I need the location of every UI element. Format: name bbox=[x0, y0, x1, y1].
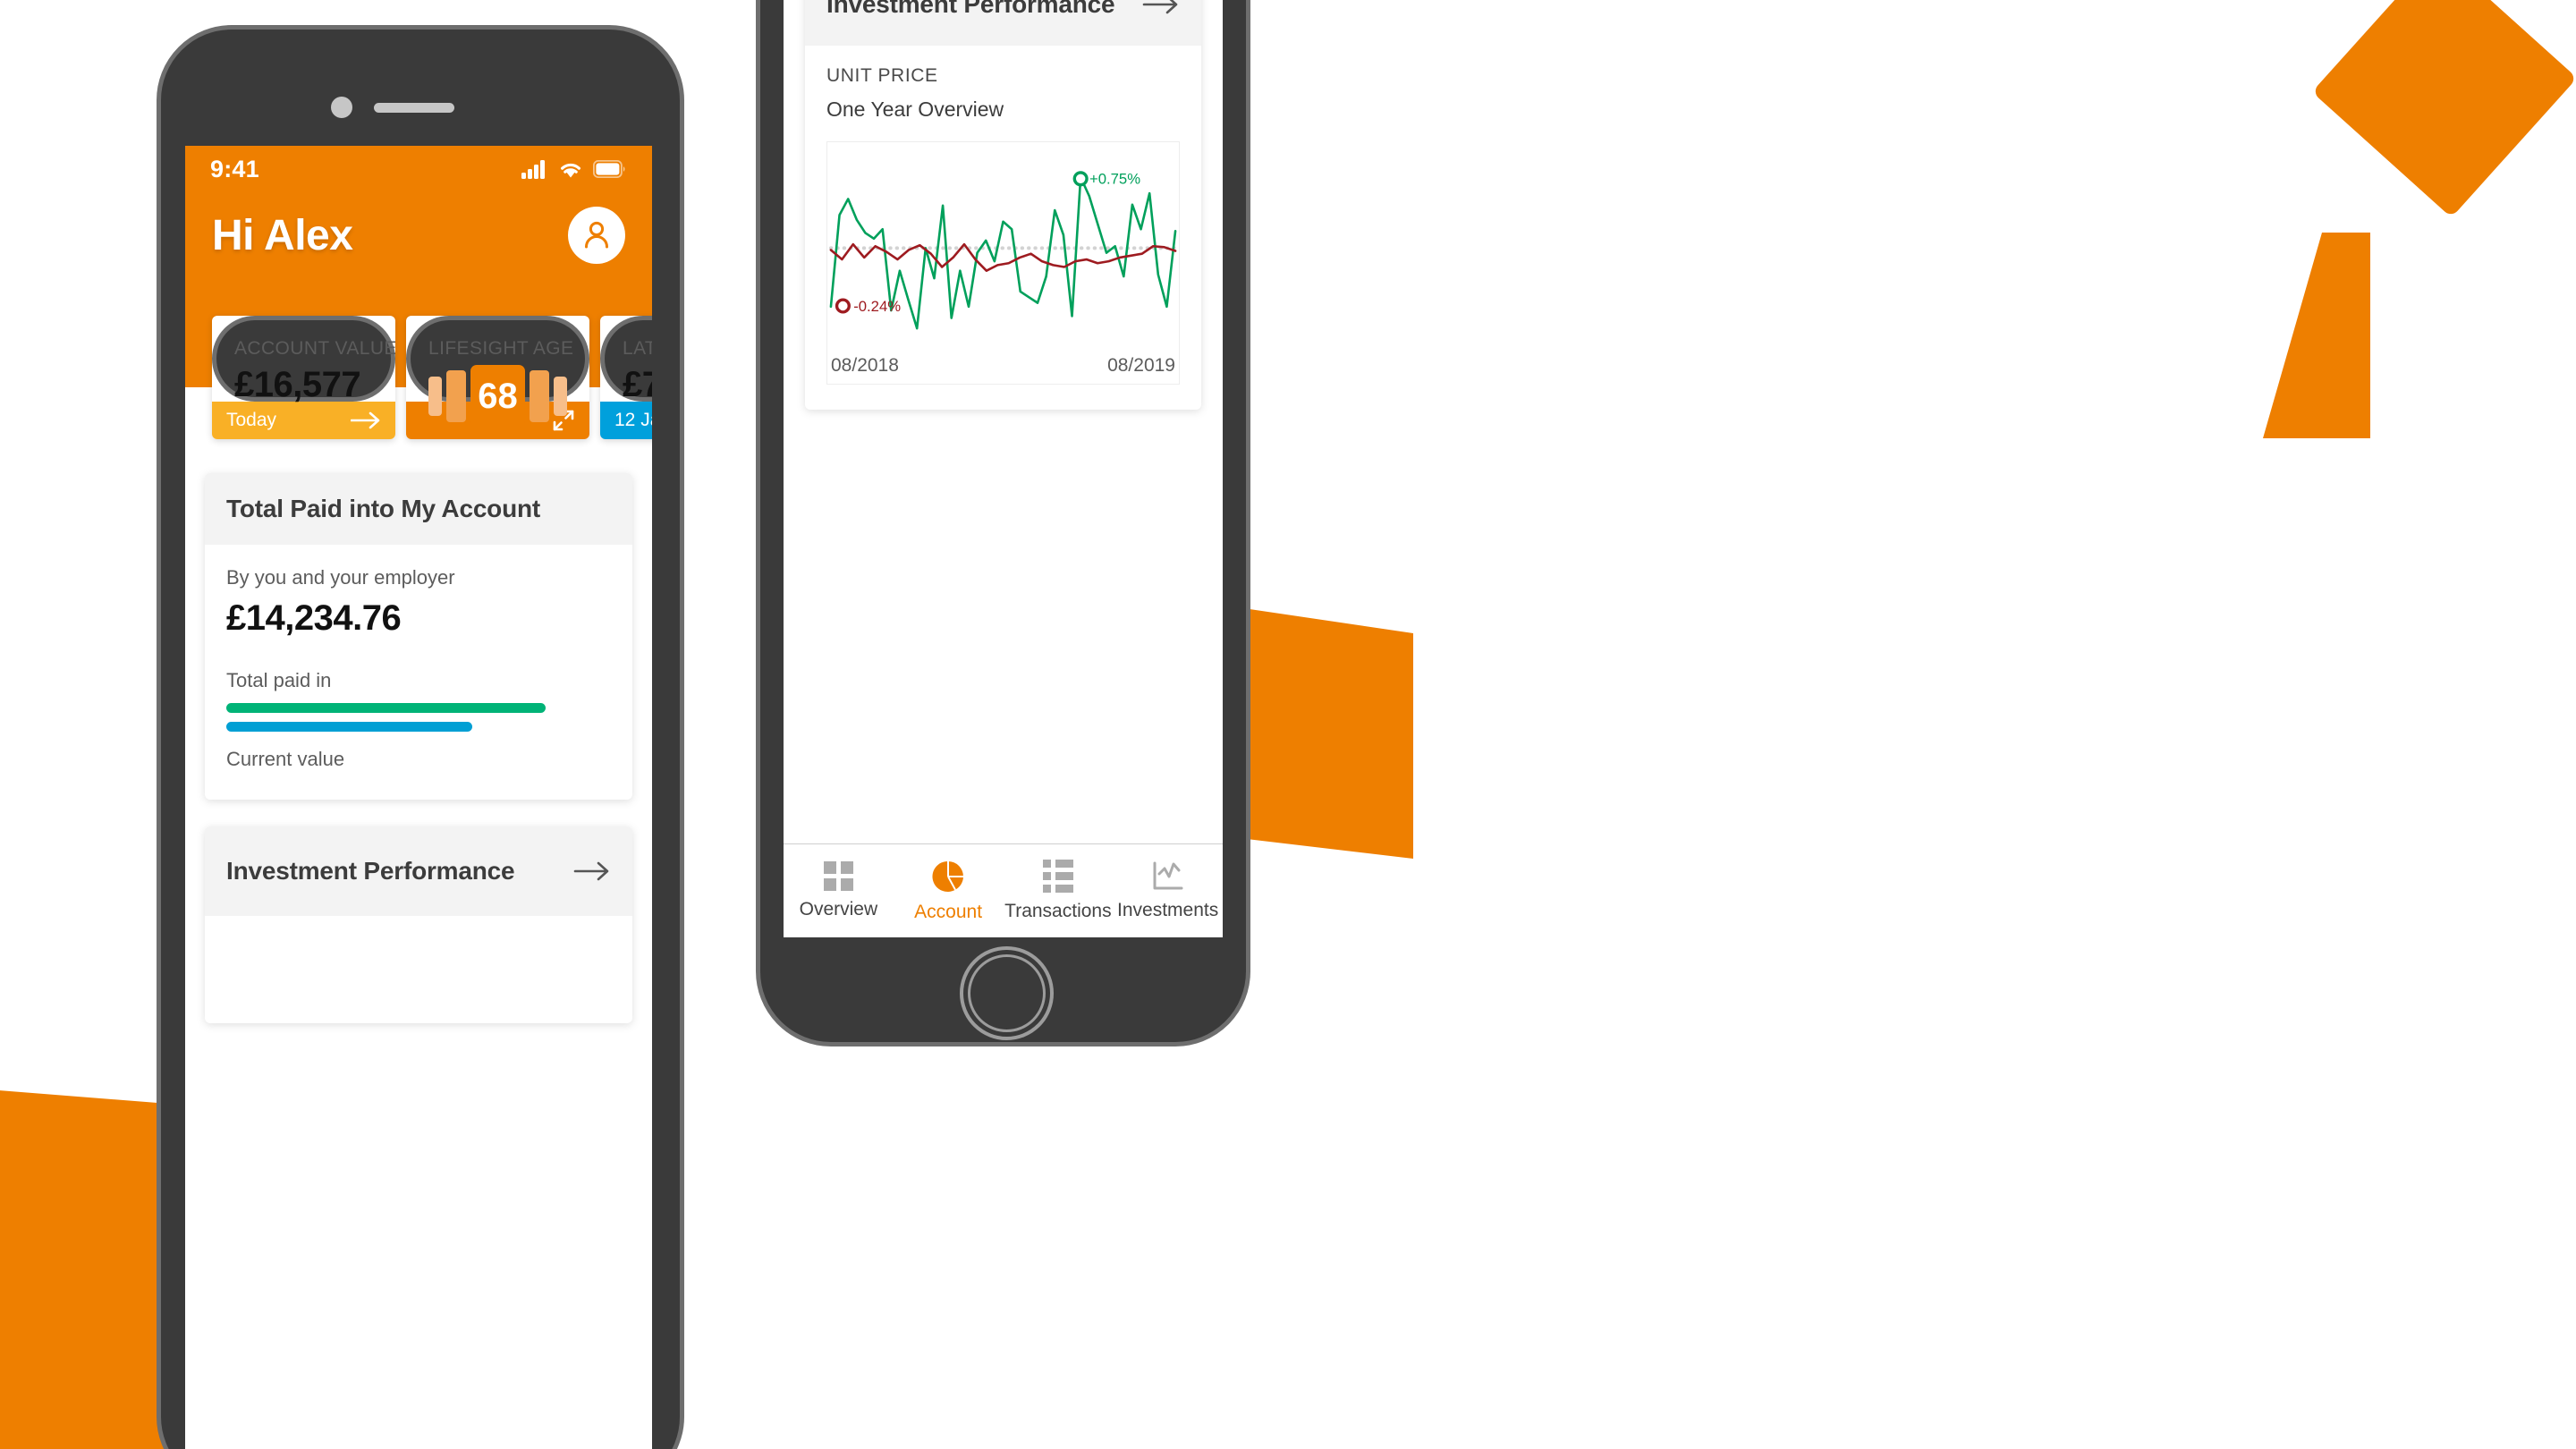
age-gauge-bar-1 bbox=[428, 377, 442, 416]
cellular-signal-icon bbox=[521, 160, 545, 179]
tab-label: Overview bbox=[799, 899, 878, 919]
stat-card-lifesight-age[interactable]: LIFESIGHT AGE 68 bbox=[406, 316, 589, 439]
stat-card-body: LIFESIGHT AGE 68 bbox=[406, 316, 589, 428]
svg-text:+0.75%: +0.75% bbox=[1089, 171, 1140, 188]
list-icon bbox=[1042, 860, 1073, 893]
bar-label-current-value: Current value bbox=[226, 748, 345, 770]
bar-label-total-paid-in: Total paid in bbox=[226, 669, 332, 691]
investment-performance-card-partial[interactable]: Investment Performance bbox=[205, 826, 632, 1023]
investment-card-body-clipped bbox=[205, 916, 632, 1023]
stat-card-strip[interactable]: ACCOUNT VALUE £16,577 Today LIFESIGHT AG… bbox=[212, 316, 652, 439]
arrow-right-icon[interactable] bbox=[573, 860, 611, 882]
unit-price-chart[interactable]: +0.75% -0.24% 08/2018 08/2019 bbox=[826, 141, 1180, 385]
total-paid-card[interactable]: Total Paid into My Account By you and yo… bbox=[205, 473, 632, 800]
stat-card-account-value[interactable]: ACCOUNT VALUE £16,577 Today bbox=[212, 316, 395, 439]
age-gauge-bar-2 bbox=[445, 370, 466, 422]
investment-card-header: Investment Performance bbox=[805, 0, 1201, 46]
stat-card-footer-label: 12 Jan 2021 bbox=[614, 410, 652, 430]
decorative-middle-block-shape bbox=[1243, 608, 1413, 859]
page-title: Hi Alex bbox=[212, 211, 353, 259]
stat-card-footer-label: Today bbox=[226, 410, 277, 430]
line-chart-icon bbox=[1153, 861, 1183, 889]
svg-text:-0.24%: -0.24% bbox=[853, 298, 901, 315]
right-phone-scroll-area: Current value Investment Performance UNI… bbox=[784, 0, 1223, 410]
tab-investments[interactable]: Investments bbox=[1113, 861, 1223, 921]
bottom-tab-bar[interactable]: Overview Account Transactions Investment… bbox=[784, 843, 1223, 937]
total-paid-amount: £14,234.76 bbox=[226, 598, 402, 638]
age-gauge-bar-4 bbox=[530, 370, 550, 422]
status-bar: 9:41 bbox=[185, 146, 652, 192]
stat-card-label: ACCOUNT VALUE bbox=[234, 338, 395, 359]
chart-kicker-unit-price: UNIT PRICE bbox=[826, 65, 938, 86]
age-gauge-value: 68 bbox=[470, 365, 526, 428]
lifesight-age-gauge: 68 bbox=[428, 363, 568, 429]
greeting-row: Hi Alex bbox=[185, 207, 652, 264]
screenshot-stage: 9:41 Hi Alex ACCOUNT VALUE £16,577 Today… bbox=[0, 0, 2576, 1449]
phone-screen-left: 9:41 Hi Alex ACCOUNT VALUE £16,577 Today… bbox=[185, 146, 652, 1449]
app-header: 9:41 Hi Alex ACCOUNT VALUE £16,577 Today… bbox=[185, 146, 652, 439]
stat-card-label: LATEST CONTRIBUTION bbox=[623, 338, 652, 359]
chart-annotation-overlay: +0.75% -0.24% bbox=[835, 171, 1140, 315]
total-paid-card-body: By you and your employer £14,234.76 Tota… bbox=[205, 545, 632, 800]
progress-bar-total-paid-in bbox=[226, 703, 546, 713]
chart-x-tick-start: 08/2018 bbox=[831, 355, 899, 376]
arrow-right-icon bbox=[351, 411, 380, 429]
chart-x-tick-end: 08/2019 bbox=[1107, 355, 1175, 376]
phone-mockup-right: Current value Investment Performance UNI… bbox=[756, 0, 1250, 1046]
grid-icon bbox=[823, 861, 853, 891]
phone-screen-right: Current value Investment Performance UNI… bbox=[784, 0, 1223, 937]
app-body: Total Paid into My Account By you and yo… bbox=[185, 387, 652, 1023]
total-paid-subtitle: By you and your employer bbox=[226, 566, 455, 589]
investment-card-header: Investment Performance bbox=[205, 826, 632, 916]
stat-card-value: £756 bbox=[623, 365, 652, 404]
stat-card-body: LATEST CONTRIBUTION £756 bbox=[600, 316, 652, 404]
age-gauge-bar-5 bbox=[554, 377, 568, 416]
pie-chart-icon bbox=[932, 860, 964, 892]
front-camera-icon bbox=[331, 97, 352, 118]
stat-card-footer-today[interactable]: Today bbox=[212, 402, 395, 439]
earpiece-speaker bbox=[374, 103, 454, 113]
tab-label: Account bbox=[914, 901, 983, 922]
tab-label: Transactions bbox=[1004, 901, 1112, 921]
status-time: 9:41 bbox=[210, 155, 259, 182]
card-title: Total Paid into My Account bbox=[226, 495, 541, 522]
total-paid-card-header: Total Paid into My Account bbox=[205, 473, 632, 545]
avatar[interactable] bbox=[568, 207, 625, 264]
progress-bar-current-value bbox=[226, 722, 473, 732]
stat-card-latest-contribution[interactable]: LATEST CONTRIBUTION £756 12 Jan 2021 bbox=[600, 316, 652, 439]
home-button[interactable] bbox=[960, 946, 1054, 1040]
status-icons-group bbox=[521, 159, 627, 179]
chart-subtitle: One Year Overview bbox=[826, 97, 1004, 121]
tab-account[interactable]: Account bbox=[894, 860, 1004, 923]
card-title: Investment Performance bbox=[826, 0, 1115, 18]
stat-card-value: £16,577 bbox=[234, 365, 361, 404]
card-title: Investment Performance bbox=[226, 857, 515, 885]
tab-transactions[interactable]: Transactions bbox=[1004, 860, 1114, 922]
wifi-icon bbox=[561, 163, 580, 177]
decorative-right-wedge-shape bbox=[2263, 233, 2370, 438]
phone-mockup-left: 9:41 Hi Alex ACCOUNT VALUE £16,577 Today… bbox=[157, 25, 684, 1449]
user-avatar-icon bbox=[585, 221, 608, 249]
stat-card-footer-date[interactable]: 12 Jan 2021 bbox=[600, 402, 652, 439]
stat-card-label: LIFESIGHT AGE bbox=[428, 338, 574, 359]
stat-card-body: ACCOUNT VALUE £16,577 bbox=[212, 316, 395, 404]
arrow-right-icon[interactable] bbox=[1142, 0, 1180, 15]
tab-label: Investments bbox=[1117, 899, 1219, 920]
investment-card-body: UNIT PRICE One Year Overview +0.75% -0.24… bbox=[805, 46, 1201, 410]
chart-x-axis-labels: 08/2018 08/2019 bbox=[827, 355, 1179, 377]
tab-overview[interactable]: Overview bbox=[784, 861, 894, 920]
decorative-diamond-shape bbox=[2311, 0, 2576, 218]
investment-performance-card[interactable]: Investment Performance UNIT PRICE One Ye… bbox=[805, 0, 1201, 410]
battery-icon bbox=[593, 160, 625, 178]
